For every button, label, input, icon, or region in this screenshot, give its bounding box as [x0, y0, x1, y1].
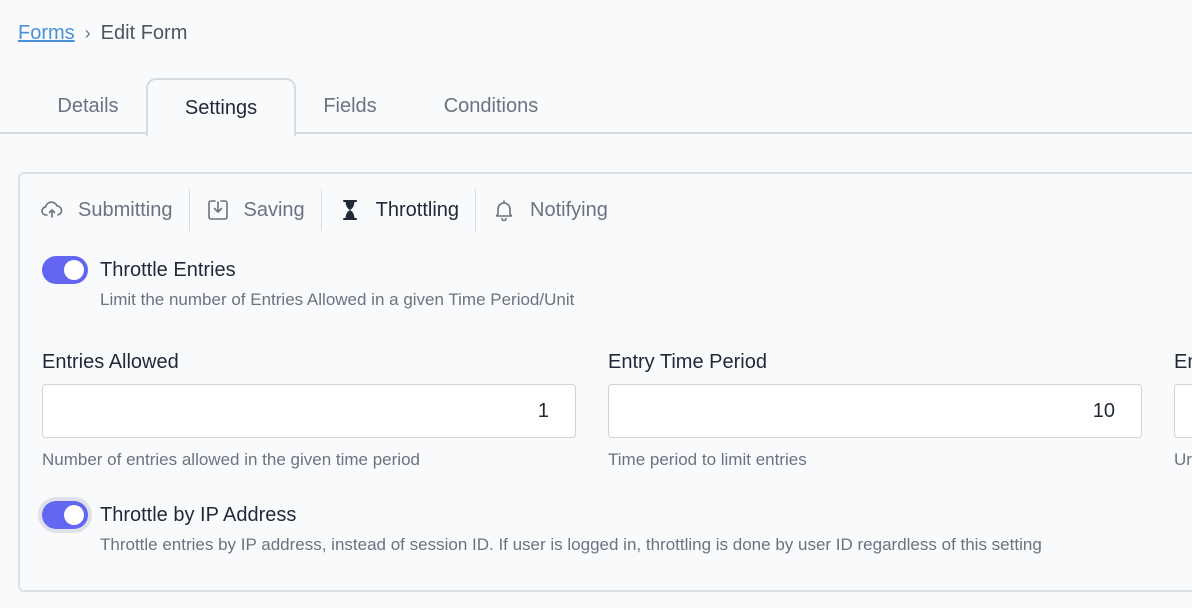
breadcrumb: Forms › Edit Form: [18, 22, 187, 45]
breadcrumb-separator: ›: [84, 23, 91, 43]
throttle-ip-title: Throttle by IP Address: [100, 504, 297, 526]
bell-icon: [492, 198, 516, 222]
hourglass-icon: [338, 198, 362, 222]
main-tabs: Details Settings Fields Conditions: [0, 78, 1192, 136]
entry-time-unit-input[interactable]: [1174, 384, 1192, 438]
settings-panel: Submitting Saving Throttling Notifying T…: [18, 172, 1192, 592]
entry-time-period-help: Time period to limit entries: [608, 450, 807, 469]
throttle-ip-toggle[interactable]: [42, 501, 88, 529]
subtab-submitting[interactable]: Submitting: [40, 189, 189, 231]
tab-fields[interactable]: Fields: [300, 78, 400, 134]
download-box-icon: [206, 198, 230, 222]
entry-time-unit-help: Ur: [1174, 450, 1192, 469]
subtab-label: Submitting: [78, 198, 173, 221]
settings-subtabs: Submitting Saving Throttling Notifying: [40, 188, 624, 232]
tab-details[interactable]: Details: [34, 78, 142, 134]
subtab-notifying[interactable]: Notifying: [475, 189, 624, 231]
cloud-upload-icon: [40, 198, 64, 222]
tab-conditions[interactable]: Conditions: [410, 78, 572, 134]
entry-time-unit-field: En Ur: [1174, 350, 1192, 470]
entry-time-period-input[interactable]: [608, 384, 1142, 438]
throttle-entries-title: Throttle Entries: [100, 259, 236, 281]
subtab-label: Notifying: [530, 198, 608, 221]
breadcrumb-current: Edit Form: [100, 22, 188, 44]
subtab-throttling[interactable]: Throttling: [320, 189, 475, 231]
throttle-ip-setting: Throttle by IP Address Throttle entries …: [42, 501, 1042, 555]
entries-allowed-input[interactable]: [42, 384, 576, 438]
subtab-label: Throttling: [375, 198, 460, 221]
breadcrumb-forms-link[interactable]: Forms: [18, 22, 75, 45]
throttle-entries-description: Limit the number of Entries Allowed in a…: [100, 290, 575, 309]
entries-allowed-help: Number of entries allowed in the given t…: [42, 450, 420, 469]
entry-time-period-field: Entry Time Period Time period to limit e…: [608, 350, 1142, 470]
entries-allowed-field: Entries Allowed Number of entries allowe…: [42, 350, 576, 470]
throttle-entries-setting: Throttle Entries Limit the number of Ent…: [42, 256, 574, 310]
entries-allowed-label: Entries Allowed: [42, 351, 179, 373]
tab-settings[interactable]: Settings: [146, 78, 296, 136]
entry-time-unit-label: En: [1174, 351, 1192, 373]
throttle-ip-description: Throttle entries by IP address, instead …: [100, 535, 1042, 554]
subtab-saving[interactable]: Saving: [188, 189, 321, 231]
subtab-label: Saving: [243, 198, 305, 221]
throttle-entries-toggle[interactable]: [42, 256, 88, 284]
entry-time-period-label: Entry Time Period: [608, 351, 767, 373]
